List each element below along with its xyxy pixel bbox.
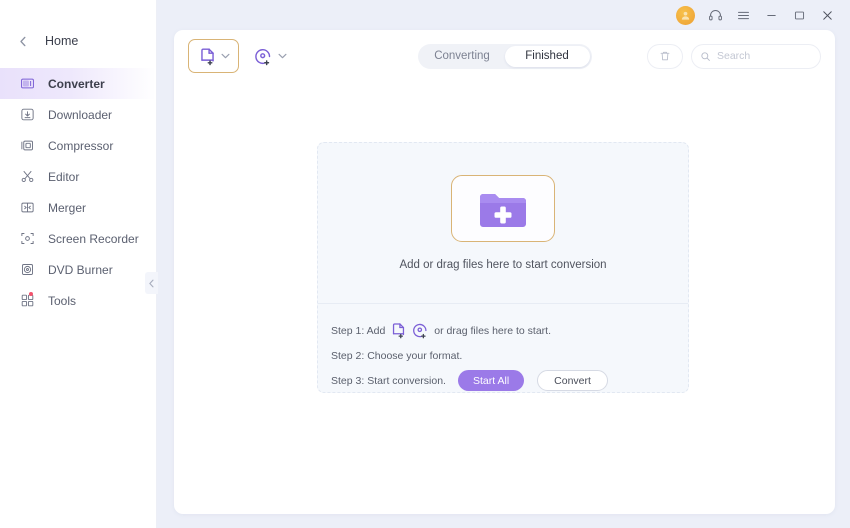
chevron-down-icon[interactable] <box>276 50 289 63</box>
steps-section: Step 1: Add or drag files here to start.… <box>318 303 688 392</box>
maximize-button[interactable] <box>786 2 812 28</box>
add-disc-icon[interactable] <box>412 322 429 339</box>
converter-icon <box>18 75 36 93</box>
step-3-label: Step 3: Start conversion. <box>331 374 446 387</box>
drop-zone-card: Add or drag files here to start conversi… <box>317 142 689 393</box>
drop-zone-caption: Add or drag files here to start conversi… <box>399 259 607 271</box>
home-label: Home <box>45 34 79 48</box>
convert-button[interactable]: Convert <box>537 370 608 391</box>
add-folder-button[interactable] <box>451 175 555 242</box>
search-box[interactable] <box>691 43 821 69</box>
merger-icon <box>18 199 36 217</box>
step-1-prefix: Step 1: Add <box>331 324 386 337</box>
toolbar-right <box>647 43 821 69</box>
add-files-button[interactable] <box>188 39 239 73</box>
sidebar-item-dvd-burner[interactable]: DVD Burner <box>0 254 156 285</box>
add-file-icon <box>198 47 217 66</box>
avatar-circle <box>675 5 695 25</box>
avatar[interactable] <box>674 2 700 28</box>
headset-icon <box>708 9 722 20</box>
screen-recorder-icon <box>18 230 36 248</box>
scissors-icon <box>18 168 36 186</box>
toolbar: Converting Finished <box>174 30 835 82</box>
main-panel: Converting Finished Search Add or drag f… <box>174 30 835 514</box>
chevron-left-icon <box>149 279 154 287</box>
sidebar-collapse-handle[interactable] <box>145 272 158 294</box>
sidebar-item-label: Downloader <box>48 107 113 122</box>
sidebar-item-editor[interactable]: Editor <box>0 161 156 192</box>
close-icon <box>822 10 832 20</box>
minimize-button[interactable] <box>758 2 784 28</box>
sidebar-item-label: Merger <box>48 200 87 215</box>
tab-converting[interactable]: Converting <box>420 46 505 67</box>
chevron-down-icon[interactable] <box>219 50 232 63</box>
add-file-icon[interactable] <box>390 322 407 339</box>
sidebar-item-converter[interactable]: Converter <box>0 68 156 99</box>
sidebar-item-label: Converter <box>48 76 105 91</box>
person-icon <box>681 11 689 20</box>
support-button[interactable] <box>702 2 728 28</box>
sidebar-item-label: DVD Burner <box>48 262 113 277</box>
tools-grid-icon <box>18 292 36 310</box>
menu-button[interactable] <box>730 2 756 28</box>
status-tabs: Converting Finished <box>417 43 592 69</box>
dvd-burner-icon <box>18 261 36 279</box>
add-folder-plus-icon <box>480 193 526 227</box>
chevron-left-icon <box>19 36 31 47</box>
step-1-suffix: or drag files here to start. <box>434 324 552 337</box>
tab-finished[interactable]: Finished <box>504 45 590 67</box>
sidebar-item-compressor[interactable]: Compressor <box>0 130 156 161</box>
minimize-icon <box>766 14 776 16</box>
trash-icon <box>660 51 670 61</box>
start-all-button[interactable]: Start All <box>457 370 525 391</box>
close-button[interactable] <box>814 2 840 28</box>
home-back-button[interactable]: Home <box>0 26 156 56</box>
sidebar-item-label: Screen Recorder <box>48 231 139 246</box>
sidebar-item-merger[interactable]: Merger <box>0 192 156 223</box>
downloader-icon <box>18 106 36 124</box>
maximize-icon <box>794 11 804 19</box>
step-3-row: Step 3: Start conversion. Start All Conv… <box>331 369 675 392</box>
step-2-label: Step 2: Choose your format. <box>331 349 463 362</box>
search-icon <box>700 51 711 62</box>
drop-zone[interactable]: Add or drag files here to start conversi… <box>318 143 688 303</box>
sidebar-item-screen-recorder[interactable]: Screen Recorder <box>0 223 156 254</box>
sidebar-item-label: Editor <box>48 169 80 184</box>
step-2-row: Step 2: Choose your format. <box>331 344 675 367</box>
sidebar-item-label: Tools <box>48 293 77 308</box>
sidebar-item-label: Compressor <box>48 138 114 153</box>
sidebar-item-downloader[interactable]: Downloader <box>0 99 156 130</box>
hamburger-menu-icon <box>737 11 749 19</box>
compressor-icon <box>18 137 36 155</box>
sidebar-item-tools[interactable]: Tools <box>0 285 156 316</box>
delete-button[interactable] <box>647 43 683 69</box>
add-disc-icon <box>254 47 273 66</box>
step-1-row: Step 1: Add or drag files here to start. <box>331 319 675 342</box>
sidebar-nav: Converter Downloader Compressor Editor M… <box>0 68 156 316</box>
tools-badge <box>29 292 33 296</box>
app-window: Home Converter Downloader Compressor Edi… <box>0 0 850 528</box>
search-input[interactable] <box>717 50 812 62</box>
sidebar: Home Converter Downloader Compressor Edi… <box>0 0 158 528</box>
add-from-disc-button[interactable] <box>250 39 293 73</box>
